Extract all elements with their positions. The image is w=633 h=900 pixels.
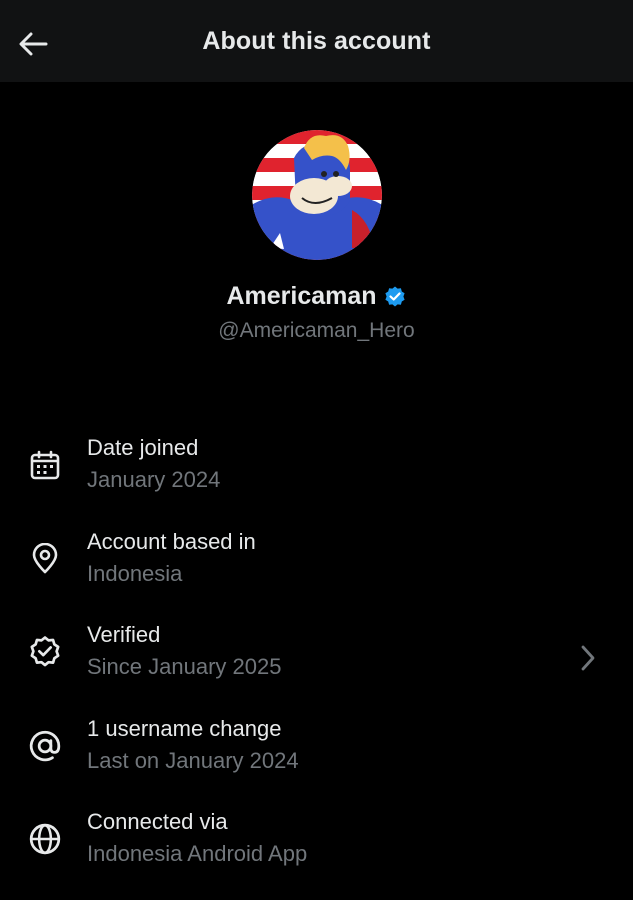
info-row-account-based-in: Account based in Indonesia bbox=[0, 522, 633, 616]
account-info-list: Date joined January 2024 Account based i… bbox=[0, 428, 633, 896]
at-sign-icon bbox=[27, 728, 63, 764]
page-title: About this account bbox=[202, 26, 431, 55]
chevron-right-icon bbox=[581, 645, 595, 671]
info-row-username-change: 1 username change Last on January 2024 bbox=[0, 709, 633, 803]
username-handle: @Americaman_Hero bbox=[218, 319, 415, 342]
globe-icon bbox=[27, 821, 63, 857]
calendar-icon bbox=[27, 447, 63, 483]
display-name: Americaman bbox=[226, 282, 377, 310]
row-value: Last on January 2024 bbox=[87, 747, 299, 773]
arrow-left-icon bbox=[19, 32, 48, 56]
info-row-verified[interactable]: Verified Since January 2025 bbox=[0, 615, 633, 709]
row-label: Date joined bbox=[87, 435, 199, 460]
row-value: Indonesia Android App bbox=[87, 841, 308, 866]
info-row-connected-via: Connected via Indonesia Android App bbox=[0, 802, 633, 896]
back-button[interactable] bbox=[14, 25, 52, 63]
info-row-date-joined: Date joined January 2024 bbox=[0, 428, 633, 522]
verified-check-icon bbox=[27, 634, 63, 670]
profile-section: Americaman @Americaman_Hero bbox=[0, 130, 633, 343]
row-value: January 2024 bbox=[87, 467, 221, 492]
top-bar: About this account bbox=[0, 0, 633, 82]
verified-badge-icon bbox=[384, 286, 405, 306]
row-label: Account based in bbox=[87, 528, 256, 554]
row-value: Indonesia bbox=[87, 560, 183, 586]
name-row: Americaman bbox=[0, 282, 633, 311]
location-pin-icon bbox=[27, 541, 63, 577]
avatar[interactable] bbox=[251, 130, 382, 260]
row-label: Verified bbox=[87, 622, 161, 647]
row-label: Connected via bbox=[87, 809, 228, 834]
row-label: 1 username change bbox=[87, 715, 282, 741]
row-value: Since January 2025 bbox=[87, 654, 282, 679]
